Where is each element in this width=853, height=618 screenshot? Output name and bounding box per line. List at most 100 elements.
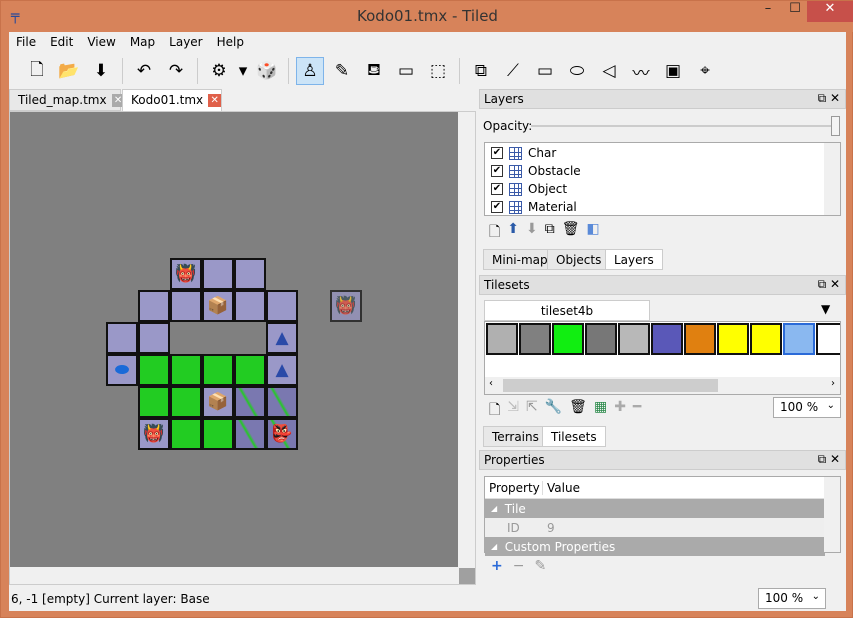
map-tile-grass[interactable] — [234, 354, 266, 386]
map-tile-greenchar[interactable]: 👺 — [266, 418, 298, 450]
map-tile-stone[interactable] — [170, 290, 202, 322]
dropdown-arrow-icon[interactable]: ▾ — [237, 57, 249, 85]
rename-property-icon[interactable]: ✎ — [534, 558, 546, 574]
raise-layer-icon[interactable]: ⬆ — [507, 221, 519, 245]
float-close-icons[interactable]: ⧉ ✕ — [818, 452, 840, 467]
remove-property-icon[interactable]: − — [513, 558, 525, 574]
map-tile-stone[interactable] — [138, 290, 170, 322]
map-tile-box[interactable]: 📦 — [202, 386, 234, 418]
tileset-horizontal-scrollbar[interactable]: ‹ › — [485, 377, 840, 394]
tileset-tile[interactable] — [585, 323, 617, 355]
map-tile-char[interactable]: 👹 — [138, 418, 170, 450]
float-close-icons[interactable]: ⧉ ✕ — [818, 91, 840, 106]
tileset-zoom-combo[interactable]: 100 % ⌄ — [773, 397, 841, 418]
maximize-button[interactable]: ☐ — [781, 1, 809, 22]
layer-list[interactable]: ✔ Char ✔ Obstacle ✔ Object ✔ Material — [484, 142, 841, 216]
vertical-scrollbar[interactable] — [458, 112, 475, 568]
map-tile-grass[interactable] — [170, 418, 202, 450]
crop-icon[interactable]: ⌖ — [691, 57, 719, 85]
show-hide-others-icon[interactable]: ◧ — [587, 221, 600, 245]
menu-layer[interactable]: Layer — [162, 32, 209, 49]
insert-polygon-icon[interactable]: ◁ — [595, 57, 623, 85]
map-tile-cone[interactable]: ▲ — [266, 322, 298, 354]
map-tile-vine[interactable] — [234, 386, 266, 418]
rectangle-select-icon[interactable]: ⬚ — [424, 57, 452, 85]
map-tile-box[interactable]: 📦 — [202, 290, 234, 322]
map-tile-grass[interactable] — [138, 354, 170, 386]
menu-file[interactable]: File — [9, 32, 43, 49]
insert-tile-icon[interactable]: ▣ — [659, 57, 687, 85]
tileset-tile[interactable] — [486, 323, 518, 355]
tileset-view[interactable]: ‹ › — [484, 321, 841, 395]
remove-tiles-icon[interactable]: ━ — [633, 399, 641, 423]
layer-row-obstacle[interactable]: ✔ Obstacle — [485, 162, 840, 180]
horizontal-scrollbar[interactable] — [10, 567, 459, 584]
new-tileset-icon[interactable]: 🗋 — [489, 399, 500, 423]
map-tile-grass[interactable] — [170, 354, 202, 386]
tab-tileset4b[interactable]: tileset4b — [484, 300, 650, 321]
tileset-tile[interactable] — [684, 323, 716, 355]
tileset-properties-icon[interactable]: 🔧 — [545, 399, 562, 423]
group-row-tile[interactable]: ◢ Tile — [485, 499, 825, 518]
tileset-menu-arrow-icon[interactable]: ▼ — [821, 302, 830, 316]
duplicate-layer-icon[interactable]: ⧉ — [545, 221, 555, 245]
map-tile-stone[interactable] — [106, 322, 138, 354]
close-tab-icon[interactable]: ✕ — [208, 94, 222, 107]
minimize-button[interactable]: – — [754, 1, 782, 22]
property-row-id[interactable]: ID 9 — [485, 518, 825, 537]
visibility-checkbox[interactable]: ✔ — [491, 147, 503, 159]
layer-row-material[interactable]: ✔ Material — [485, 198, 840, 216]
delete-layer-icon[interactable]: 🗑 — [562, 221, 580, 245]
terrain-brush-icon[interactable]: ✎ — [328, 57, 356, 85]
opacity-slider[interactable] — [531, 116, 840, 136]
select-objects-icon[interactable]: ⧉ — [467, 57, 495, 85]
eraser-icon[interactable]: ▭ — [392, 57, 420, 85]
map-view[interactable]: 👹 📦 ▲ ⬬ ▲ 📦 👹 👺 👹 — [9, 111, 476, 585]
tileset-tile[interactable] — [717, 323, 749, 355]
import-tileset-icon[interactable]: ⇲ — [507, 399, 519, 423]
map-tile-grass[interactable] — [202, 354, 234, 386]
menu-view[interactable]: View — [80, 32, 122, 49]
command-gear-icon[interactable]: ⚙ — [205, 57, 233, 85]
menu-help[interactable]: Help — [210, 32, 251, 49]
zoom-combo[interactable]: 100 % ⌄ — [758, 588, 826, 609]
layer-row-char[interactable]: ✔ Char — [485, 144, 840, 162]
visibility-checkbox[interactable]: ✔ — [491, 165, 503, 177]
insert-rectangle-icon[interactable]: ▭ — [531, 57, 559, 85]
map-tile-stone[interactable] — [266, 290, 298, 322]
menu-map[interactable]: Map — [123, 32, 162, 49]
stamp-brush-icon[interactable]: ♙ — [296, 57, 324, 85]
map-tile-stone[interactable] — [234, 290, 266, 322]
collapse-icon[interactable]: ◢ — [485, 504, 497, 513]
open-file-icon[interactable]: 📂 — [55, 57, 83, 85]
map-canvas[interactable]: 👹 📦 ▲ ⬬ ▲ 📦 👹 👺 👹 — [10, 112, 459, 568]
tab-layers[interactable]: Layers — [605, 249, 663, 270]
export-tileset-icon[interactable]: ⇱ — [526, 399, 538, 423]
random-dice-icon[interactable]: 🎲 — [253, 57, 281, 85]
layer-row-object[interactable]: ✔ Object — [485, 180, 840, 198]
insert-polyline-icon[interactable]: 〰 — [627, 57, 655, 85]
save-icon[interactable]: ⬇ — [87, 57, 115, 85]
undo-icon[interactable]: ↶ — [130, 57, 158, 85]
visibility-checkbox[interactable]: ✔ — [491, 183, 503, 195]
tileset-tile[interactable] — [552, 323, 584, 355]
layer-list-scrollbar[interactable] — [824, 143, 840, 215]
tab-tilesets[interactable]: Tilesets — [542, 426, 606, 447]
visibility-checkbox[interactable]: ✔ — [491, 201, 503, 213]
map-tile-grass[interactable] — [138, 386, 170, 418]
new-file-icon[interactable]: 🗋 — [23, 57, 51, 85]
bucket-fill-icon[interactable]: ⛾ — [360, 57, 388, 85]
tileset-tile[interactable] — [651, 323, 683, 355]
redo-icon[interactable]: ↷ — [162, 57, 190, 85]
lower-layer-icon[interactable]: ⬇ — [526, 221, 538, 245]
map-tile-stone[interactable] — [138, 322, 170, 354]
edit-polygons-icon[interactable]: ⟋ — [499, 57, 527, 85]
map-tile-stone[interactable] — [202, 258, 234, 290]
close-button[interactable]: ✕ — [807, 1, 853, 22]
properties-scrollbar[interactable] — [824, 477, 840, 552]
tileset-tile[interactable] — [519, 323, 551, 355]
delete-tileset-icon[interactable]: 🗑 — [569, 399, 587, 423]
new-layer-icon[interactable]: 🗋 — [489, 221, 500, 245]
map-tile-disc[interactable]: ⬬ — [106, 354, 138, 386]
tab-mini-map[interactable]: Mini-map — [483, 249, 557, 270]
